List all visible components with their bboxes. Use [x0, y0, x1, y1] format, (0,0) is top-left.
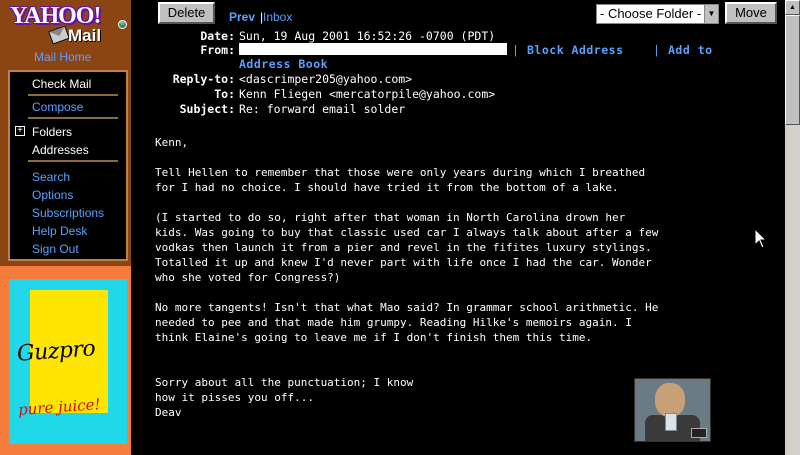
nav-help-desk[interactable]: Help Desk [32, 224, 87, 238]
registered-icon: ® [118, 20, 127, 29]
choose-folder-select[interactable]: - Choose Folder - ▼ [596, 4, 719, 24]
date-value: Sun, 19 Aug 2001 16:52:26 -0700 (PDT) [239, 29, 496, 43]
to-label: To: [214, 87, 235, 101]
nav-subscriptions[interactable]: Subscriptions [32, 206, 104, 220]
mouse-cursor-icon [754, 228, 768, 249]
prev-link[interactable]: Prev [229, 10, 255, 24]
delete-button[interactable]: Delete [158, 2, 215, 24]
reply-to-value: <dascrimper205@yahoo.com> [239, 72, 413, 86]
nav-menu: Check Mail Compose + Folders Addresses S… [8, 70, 128, 261]
address-book-link[interactable]: Address Book [239, 57, 328, 71]
folder-select-value: - Choose Folder - [600, 6, 702, 21]
reply-to-label: Reply-to: [172, 72, 235, 86]
nav-sign-out[interactable]: Sign Out [32, 242, 79, 256]
inbox-link[interactable]: Inbox [263, 10, 292, 24]
scroll-up-arrow-icon[interactable]: ▲ [785, 0, 800, 15]
mail-home-link[interactable]: Mail Home [34, 50, 91, 64]
link-separator: | [512, 43, 519, 57]
nav-addresses[interactable]: Addresses [32, 143, 89, 157]
nav-divider [28, 160, 118, 162]
block-address-link[interactable]: Block Address [527, 43, 624, 57]
link-separator: | [653, 43, 660, 57]
photo-person-head [655, 383, 685, 417]
nav-folders[interactable]: Folders [32, 125, 72, 139]
vertical-scrollbar[interactable]: ▲ [785, 0, 800, 455]
nav-compose[interactable]: Compose [32, 100, 83, 114]
add-to-link[interactable]: Add to [668, 43, 713, 57]
from-label: From: [200, 43, 235, 57]
nav-check-mail[interactable]: Check Mail [32, 77, 91, 91]
photo-sticker [691, 428, 707, 438]
message-toolbar: Delete Prev | Inbox - Choose Folder - ▼ … [153, 0, 780, 27]
date-label: Date: [200, 29, 235, 43]
nav-search[interactable]: Search [32, 170, 70, 184]
nav-options[interactable]: Options [32, 188, 73, 202]
scroll-thumb[interactable] [785, 15, 800, 125]
photo-glass [665, 413, 677, 431]
mail-logo-text: Mail [68, 26, 102, 45]
move-button[interactable]: Move [725, 2, 777, 24]
sidebar: YAHOO! Mail ® Mail Home Check Mail Compo… [0, 0, 131, 455]
to-value: Kenn Fliegen <mercatorpile@yahoo.com> [239, 87, 496, 101]
ad-banner[interactable]: Guzpro pure juice! [9, 279, 127, 444]
expand-plus-icon[interactable]: + [15, 126, 25, 136]
from-value-redacted [239, 43, 507, 55]
attached-photo[interactable] [634, 378, 711, 442]
subject-label: Subject: [179, 102, 235, 116]
nav-divider [28, 117, 118, 119]
nav-divider [28, 94, 118, 96]
yahoo-mail-logo[interactable]: YAHOO! Mail ® Mail Home [0, 0, 131, 66]
subject-value: Re: forward email solder [239, 102, 406, 116]
email-message: Date: Sun, 19 Aug 2001 16:52:26 -0700 (P… [153, 27, 785, 455]
advertisement[interactable]: Guzpro pure juice! [0, 266, 131, 455]
chevron-down-icon[interactable]: ▼ [704, 5, 718, 23]
